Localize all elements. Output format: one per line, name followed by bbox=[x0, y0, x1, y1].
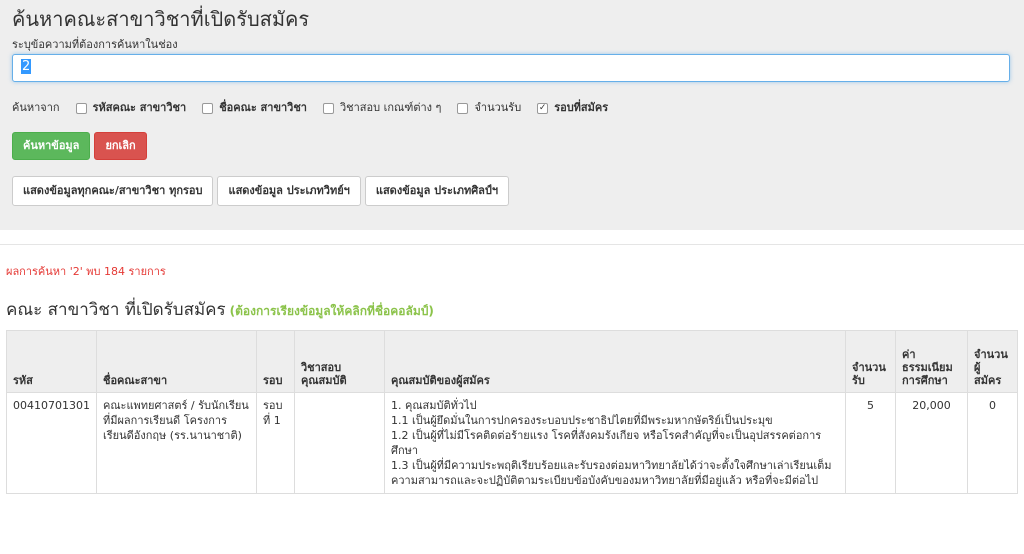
qual-line: ความสามารถและจะปฏิบัติตามระเบียบข้อบังคั… bbox=[390, 474, 819, 487]
checkbox[interactable] bbox=[322, 102, 334, 114]
search-panel: ค้นหาคณะสาขาวิชาที่เปิดรับสมัคร ระบุข้อค… bbox=[0, 0, 1024, 230]
filter-faculty-code[interactable]: รหัสคณะ สาขาวิชา bbox=[75, 100, 186, 116]
qual-line: 1.2 เป็นผู้ที่ไม่มีโรคติดต่อร้ายแรง โรคท… bbox=[390, 429, 822, 457]
page-title: ค้นหาคณะสาขาวิชาที่เปิดรับสมัคร bbox=[12, 7, 310, 31]
checkbox[interactable] bbox=[202, 102, 214, 114]
qual-line: 1. คุณสมบัติทั่วไป bbox=[390, 399, 477, 412]
col-accept[interactable]: จำนวน รับ bbox=[845, 330, 896, 393]
show-science-button[interactable]: แสดงข้อมูล ประเภทวิทย์ฯ bbox=[217, 176, 361, 206]
section-title: คณะ สาขาวิชา ที่เปิดรับสมัคร (ต้องการเรีย… bbox=[6, 300, 434, 320]
cell-code: 00410701301 bbox=[6, 392, 97, 494]
filter-round[interactable]: ✓ รอบที่สมัคร bbox=[537, 100, 608, 116]
col-fee[interactable]: ค่า ธรรมเนียม การศึกษา bbox=[895, 330, 968, 393]
checkbox[interactable] bbox=[457, 102, 469, 114]
cell-qualification: 1. คุณสมบัติทั่วไป 1.1 เป็นผู้ยึดมั่นในก… bbox=[383, 392, 847, 494]
col-round[interactable]: รอบ bbox=[255, 330, 295, 393]
show-all-button[interactable]: แสดงข้อมูลทุกคณะ/สาขาวิชา ทุกรอบ bbox=[12, 176, 214, 206]
filter-exam-criteria[interactable]: วิชาสอบ เกณฑ์ต่าง ๆ bbox=[322, 100, 441, 116]
cell-accept: 5 bbox=[845, 392, 896, 494]
cell-fee: 20,000 bbox=[895, 392, 968, 494]
qual-line: 1.1 เป็นผู้ยึดมั่นในการปกครองระบอบประชาธ… bbox=[390, 414, 773, 427]
search-input-value: 2 bbox=[21, 59, 32, 74]
cell-applicants: 0 bbox=[967, 392, 1018, 494]
cell-exam bbox=[293, 392, 385, 494]
col-name[interactable]: ชื่อคณะสาขา bbox=[95, 330, 257, 393]
search-button[interactable]: ค้นหาข้อมูล bbox=[12, 132, 91, 160]
checkbox-checked[interactable]: ✓ bbox=[537, 102, 549, 114]
cell-round: รอบ ที่ 1 bbox=[255, 392, 295, 494]
col-applicants[interactable]: จำนวน ผู้ สมัคร bbox=[967, 330, 1018, 393]
search-filters: ค้นหาจาก รหัสคณะ สาขาวิชา ชื่อคณะ สาขาวิ… bbox=[12, 100, 1012, 116]
sort-hint: (ต้องการเรียงข้อมูลให้คลิกที่ชื่อคอลัมป์… bbox=[229, 304, 434, 318]
search-input[interactable]: 2 bbox=[12, 54, 1010, 82]
divider bbox=[0, 244, 1024, 245]
result-count: ผลการค้นหา '2' พบ 184 รายการ bbox=[6, 265, 166, 278]
search-hint: ระบุข้อความที่ต้องการค้นหาในช่อง bbox=[12, 38, 178, 51]
cell-name: คณะแพทยศาสตร์ / รับนักเรียนที่มีผลการเรี… bbox=[95, 392, 257, 494]
results-table: รหัส ชื่อคณะสาขา รอบ วิชาสอบ คุณสมบัติ ค… bbox=[6, 330, 1018, 494]
col-qualification[interactable]: คุณสมบัติของผู้สมัคร bbox=[383, 330, 847, 393]
primary-actions: ค้นหาข้อมูล ยกเลิก bbox=[12, 132, 1012, 160]
col-code[interactable]: รหัส bbox=[6, 330, 97, 393]
show-arts-button[interactable]: แสดงข้อมูล ประเภทศิลป์ฯ bbox=[364, 176, 510, 206]
checkbox[interactable] bbox=[75, 102, 87, 114]
filter-accept-count[interactable]: จำนวนรับ bbox=[457, 100, 521, 116]
cancel-button[interactable]: ยกเลิก bbox=[94, 132, 147, 160]
table-row: 00410701301 คณะแพทยศาสตร์ / รับนักเรียนท… bbox=[6, 392, 1018, 494]
qual-line: 1.3 เป็นผู้ที่มีความประพฤติเรียบร้อยและร… bbox=[390, 459, 832, 472]
filter-label: ค้นหาจาก bbox=[12, 101, 60, 114]
col-exam[interactable]: วิชาสอบ คุณสมบัติ bbox=[293, 330, 385, 393]
show-actions: แสดงข้อมูลทุกคณะ/สาขาวิชา ทุกรอบ แสดงข้อ… bbox=[12, 176, 1012, 206]
table-header-row: รหัส ชื่อคณะสาขา รอบ วิชาสอบ คุณสมบัติ ค… bbox=[6, 330, 1018, 393]
filter-faculty-name[interactable]: ชื่อคณะ สาขาวิชา bbox=[202, 100, 307, 116]
